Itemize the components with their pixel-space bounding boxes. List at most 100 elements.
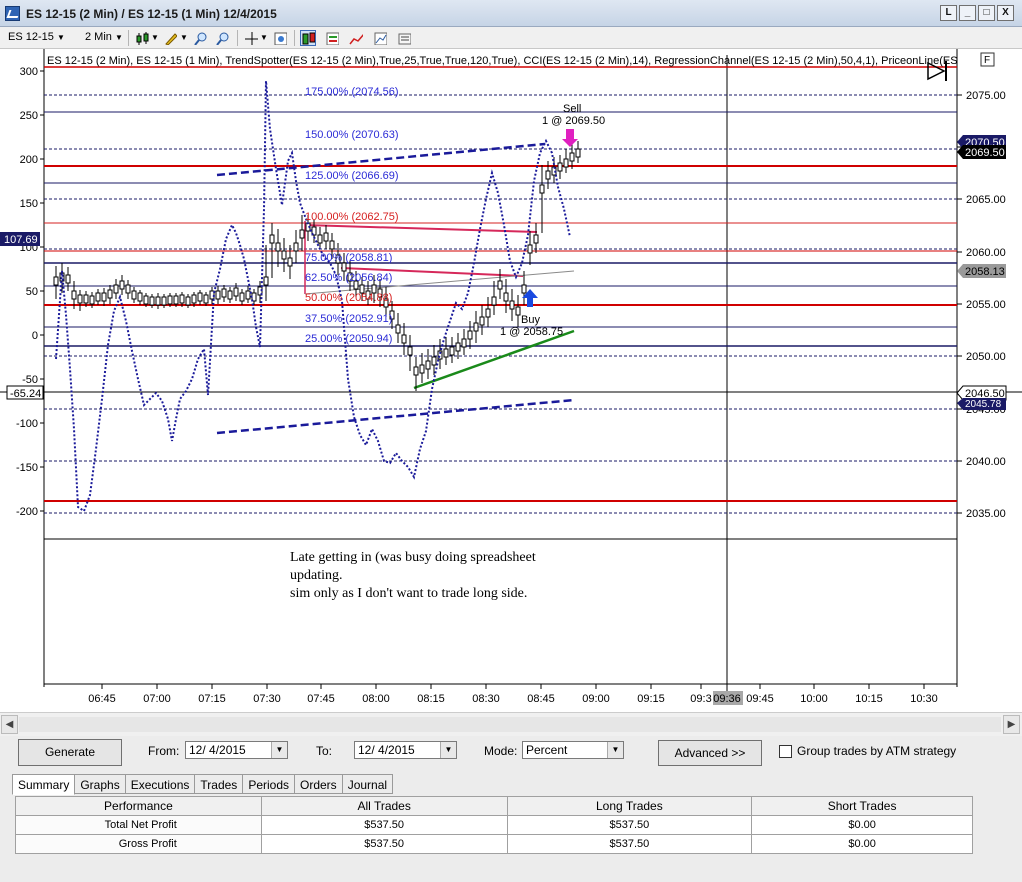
candle-body [227,290,233,300]
tab-orders[interactable]: Orders [295,774,343,794]
chevron-down-icon[interactable]: ▼ [180,33,188,42]
panel-options-label: F [984,55,990,66]
candle-body [275,242,281,252]
candlestick-style-icon[interactable] [134,30,150,46]
candle-body [323,232,329,242]
table-row[interactable]: Total Net Profit $537.50 $537.50 $0.00 [15,815,973,835]
group-trades-checkbox[interactable] [779,745,792,758]
mode-select[interactable]: Percent ▼ [522,741,624,759]
buy-arrow-icon [527,297,533,307]
link-button[interactable]: L [940,5,957,21]
zoom-in-icon[interactable] [192,30,208,46]
generate-button[interactable]: Generate [18,739,122,766]
data-box-icon[interactable] [324,30,340,46]
candle-body [431,356,437,366]
candle-body [575,148,581,158]
tab-journal[interactable]: Journal [342,774,394,794]
candle-body [125,284,131,294]
chart-settings-icon[interactable] [396,30,412,46]
candle-body [497,280,503,290]
candle-body [545,170,551,180]
fib-level-label: 175.00% (2074.56) [305,86,399,98]
metric-value: $537.50 [260,834,508,854]
to-date-picker[interactable]: 12/ 4/2015 ▼ [354,741,457,759]
candle-body [491,296,497,306]
close-button[interactable]: X [997,5,1014,21]
zoom-out-icon[interactable] [214,30,230,46]
tab-periods[interactable]: Periods [243,774,295,794]
candle-body [479,316,485,326]
chart-toolbar: ES 12-15 ▼ 2 Min ▼ ▼ ▼ ▼ [0,27,1022,49]
from-date-picker[interactable]: 12/ 4/2015 ▼ [185,741,288,759]
instrument-selector[interactable]: ES 12-15 ▼ [8,31,65,43]
candle-body [269,234,275,244]
sell-marker[interactable]: Sell 1 @ 2069.50 [542,103,605,147]
fib-level-label: 75.00% (2058.81) [305,252,392,264]
candle-body [473,322,479,332]
time-axis-tick: 09:00 [582,693,610,705]
right-axis-tick: 2035.00 [966,508,1006,520]
tab-executions[interactable]: Executions [125,774,196,794]
time-axis: 06:45 07:00 07:15 07:30 07:45 08:00 08:15 08:30… [88,684,938,705]
performance-table: Performance All Trades Long Trades Short… [15,796,973,854]
toolbar-divider [294,30,295,46]
candle-body [191,294,197,304]
interval-selector[interactable]: 2 Min ▼ [85,31,123,43]
scrollbar-track[interactable] [19,717,1001,732]
chart-trader-icon[interactable] [300,30,316,46]
pencil-draw-icon[interactable] [162,30,178,46]
candle-body [53,276,59,286]
fib-level-label: 62.50% (2056.84) [305,272,392,284]
sell-arrow-head-icon [562,139,578,147]
candle-body [131,290,137,300]
candle-body [569,152,575,162]
chevron-down-icon[interactable]: ▼ [271,742,287,758]
tab-summary[interactable]: Summary [12,774,76,795]
scroll-right-button[interactable]: ▶ [1003,715,1020,734]
chevron-down-icon[interactable]: ▼ [151,33,159,42]
right-axis-tick: 2040.00 [966,456,1006,468]
note-line-2: updating. [290,568,343,583]
minimize-button[interactable]: _ [959,5,976,21]
candle-body [263,276,269,286]
candle-body [107,289,113,299]
left-axis-tick: 0 [32,330,38,342]
column-header[interactable]: All Trades [260,796,508,816]
left-axis-tick: 300 [20,66,38,78]
candle-body [173,295,179,305]
chevron-down-icon[interactable]: ▼ [260,33,268,42]
chart-app-icon [5,6,20,21]
table-row[interactable]: Gross Profit $537.50 $537.50 $0.00 [15,834,973,854]
column-header[interactable]: Long Trades [506,796,753,816]
buy-marker[interactable]: Buy 1 @ 2058.75 [500,289,563,338]
tab-graphs[interactable]: Graphs [75,774,126,794]
column-header[interactable]: Short Trades [751,796,973,816]
interval-label: 2 Min [85,31,112,43]
right-axis-tick: 2060.00 [966,247,1006,259]
column-header[interactable]: Performance [15,796,262,816]
advanced-button[interactable]: Advanced >> [658,740,762,766]
properties-icon[interactable] [272,30,288,46]
crosshair-icon[interactable] [243,30,259,46]
chevron-down-icon[interactable]: ▼ [440,742,456,758]
time-axis-tick: 10:30 [910,693,938,705]
right-axis-tick: 2065.00 [966,194,1006,206]
candle-body [113,284,119,294]
chart-canvas[interactable]: 175.00% (2074.56) 150.00% (2070.63) 125.00… [0,49,1022,712]
left-axis-tick: -150 [16,462,38,474]
fib-level-label: 100.00% (2062.75) [305,211,399,223]
indicators-icon[interactable] [348,30,364,46]
scroll-left-button[interactable]: ◀ [1,715,18,734]
price-chart[interactable]: 175.00% (2074.56) 150.00% (2070.63) 125.00… [0,49,1022,712]
left-axis-tick: -50 [22,374,38,386]
maximize-button[interactable]: □ [978,5,995,21]
candle-body [395,324,401,334]
horizontal-scrollbar[interactable]: ◀ ▶ [0,712,1022,736]
candle-body [503,292,509,302]
tab-trades[interactable]: Trades [195,774,244,794]
candle-body [527,244,533,254]
left-axis-tick: 150 [20,198,38,210]
candle-body [233,287,239,297]
chevron-down-icon[interactable]: ▼ [607,742,623,758]
strategies-icon[interactable] [372,30,388,46]
